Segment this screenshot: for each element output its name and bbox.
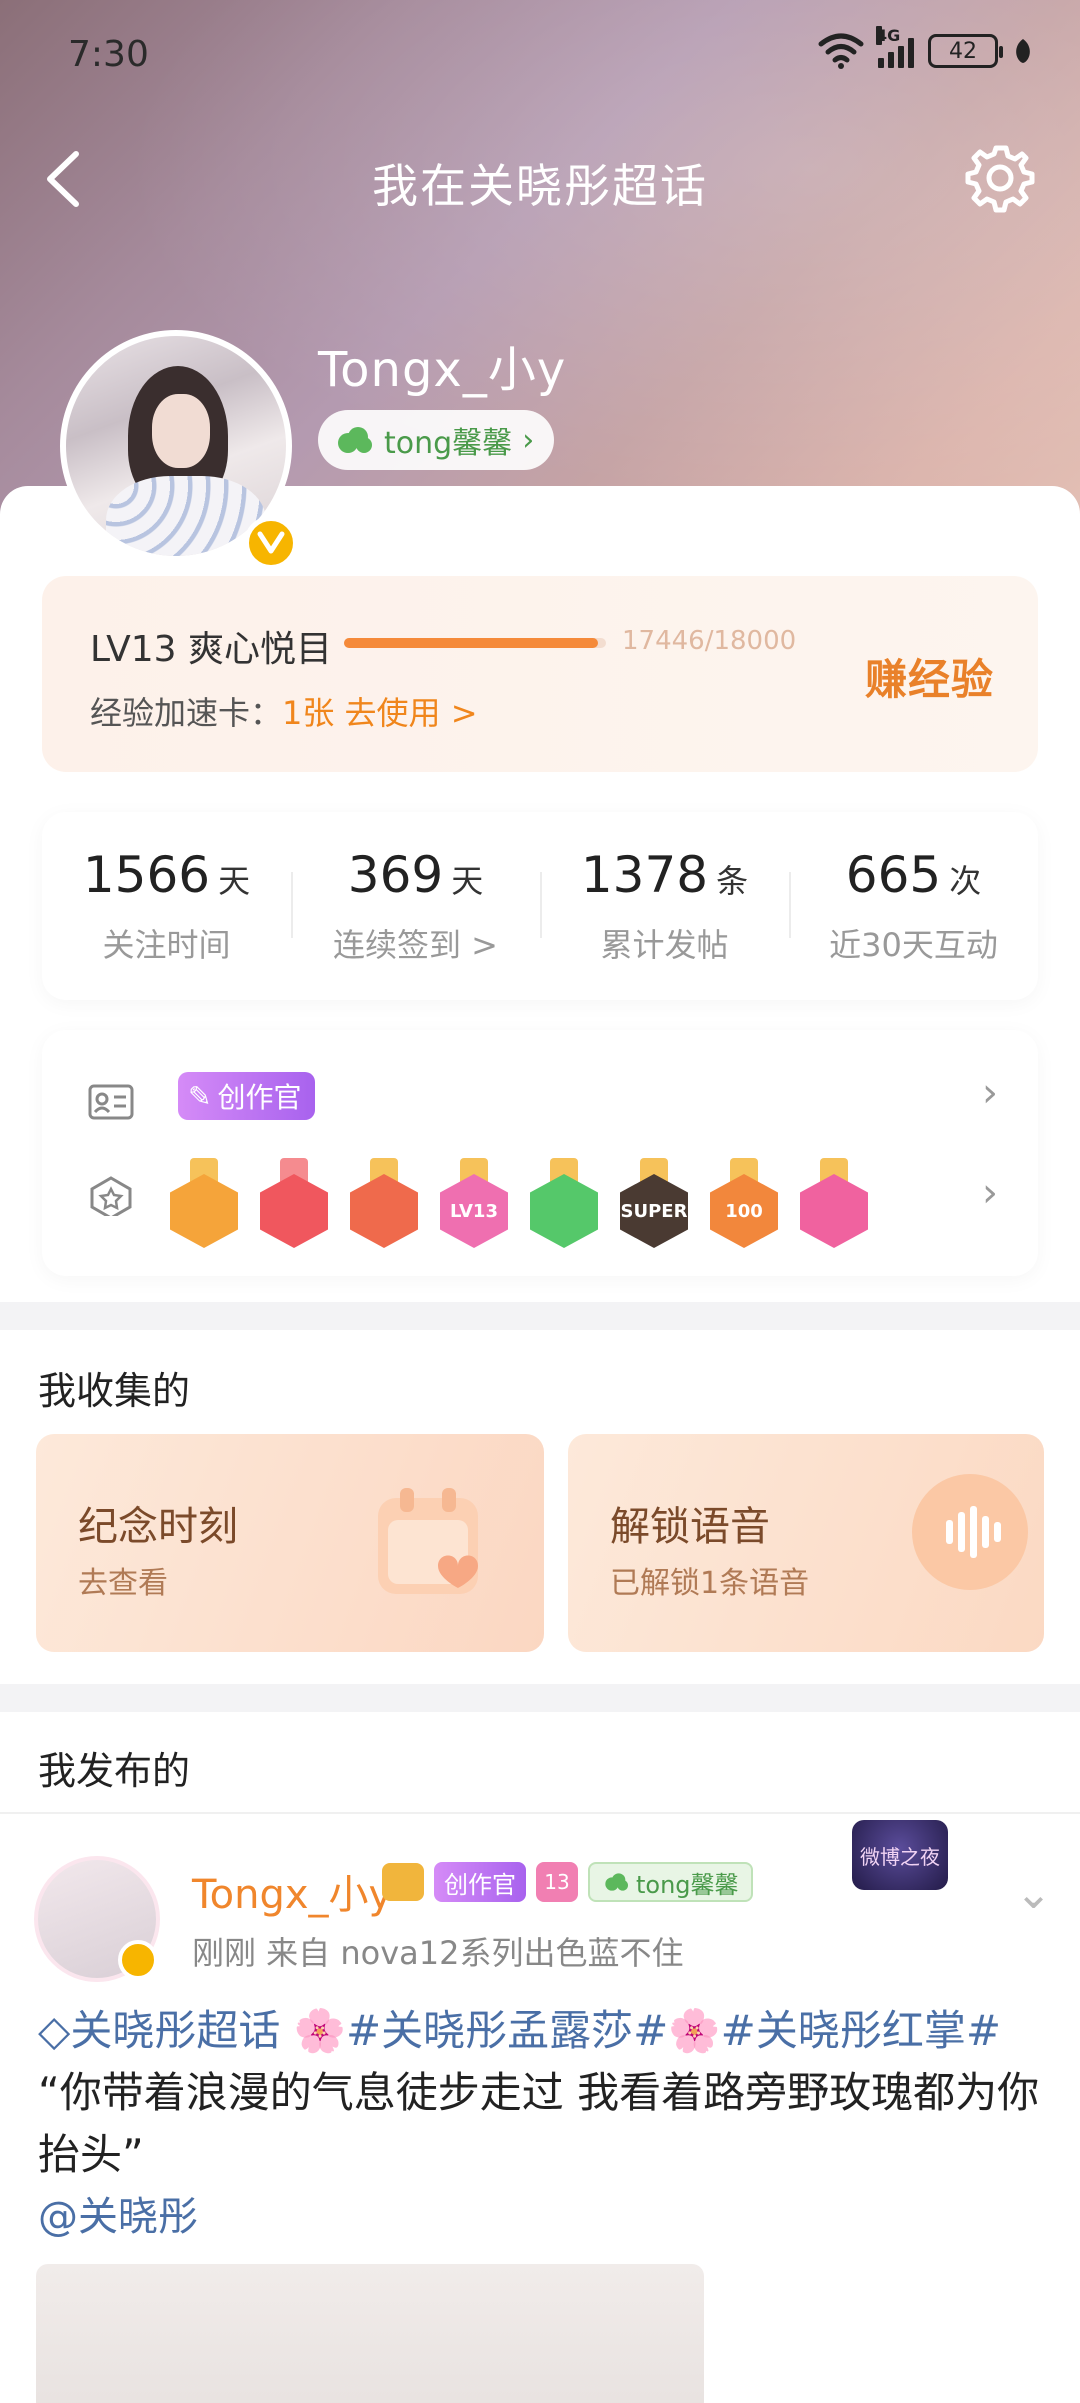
status-time: 7:30 — [68, 34, 149, 75]
post-content: ◇关晓彤超话 🌸#关晓彤孟露莎#🌸#关晓彤红掌# “你带着浪漫的气息徒步走过 我… — [38, 2000, 1048, 2186]
id-card-icon — [88, 1084, 134, 1120]
wifi-icon — [818, 33, 864, 69]
page-title: 我在关晓彤超话 — [372, 159, 708, 213]
badges-card: ✎ 创作官 › LV13 SUPER 100 › — [42, 1030, 1038, 1276]
memorial-moments-card[interactable]: 纪念时刻 去查看 — [36, 1434, 544, 1652]
chevron-right-icon[interactable]: › — [982, 1070, 998, 1116]
battery-icon: 42 — [928, 34, 1003, 68]
cellular-signal-icon: 4G — [876, 26, 914, 68]
voice-icon — [912, 1474, 1028, 1590]
creator-badge[interactable]: 创作官 — [434, 1862, 526, 1902]
use-exp-card-link[interactable]: 1张 去使用 > — [282, 694, 478, 732]
medal-icon — [90, 1176, 132, 1216]
calendar-heart-icon — [378, 1488, 478, 1594]
chevron-down-icon[interactable]: ⌄ — [1015, 1868, 1052, 1919]
unlock-voice-title: 解锁语音 — [610, 1504, 770, 1550]
battery-level: 42 — [949, 38, 977, 64]
verified-badge-icon — [244, 516, 298, 570]
post-author-avatar[interactable] — [34, 1856, 160, 1982]
medal-super[interactable]: SUPER — [620, 1158, 688, 1252]
flower-icon: 🌸 — [293, 2006, 346, 2055]
exp-speed-card: 经验加速卡：1张 去使用 > — [90, 694, 478, 732]
creator-badge[interactable]: ✎ 创作官 — [178, 1072, 316, 1120]
flower-icon: 🌸 — [668, 2006, 721, 2055]
post-image[interactable] — [36, 2264, 704, 2403]
level-badge: 13 — [536, 1862, 578, 1902]
post-body: “你带着浪漫的气息徒步走过 我看着路旁野玫瑰都为你抬头” — [38, 2068, 1040, 2179]
unlock-voice-card[interactable]: 解锁语音 已解锁1条语音 — [568, 1434, 1044, 1652]
medal-crown[interactable] — [170, 1158, 238, 1252]
post-author-badges: 创作官 13 tong馨馨 — [382, 1862, 753, 1902]
username: Tongx_小y — [318, 342, 567, 398]
hashtag-link[interactable]: #关晓彤红掌# — [721, 2006, 1001, 2055]
post-author-name[interactable]: Tongx_小y — [192, 1862, 392, 1920]
post-divider — [0, 1812, 1080, 1814]
network-type: 4G — [876, 26, 901, 45]
stat-follow-days: 1566 天 关注时间 — [82, 846, 251, 964]
level-progress-text: 17446/18000 — [622, 626, 797, 656]
level-card[interactable]: LV13 爽心悦目 17446/18000 经验加速卡：1张 去使用 > 赚经验 — [42, 576, 1038, 772]
earn-exp-button[interactable]: 赚经验 — [865, 646, 994, 707]
section-divider — [0, 1302, 1080, 1330]
level-label: LV13 爽心悦目 — [90, 629, 332, 670]
chevron-right-icon: › — [522, 422, 535, 458]
creator-badge-label: 创作官 — [217, 1081, 302, 1114]
medal-days100[interactable]: 100 — [710, 1158, 778, 1252]
medal-lv13[interactable]: LV13 — [440, 1158, 508, 1252]
crown-badge-icon — [382, 1863, 424, 1901]
mention-link[interactable]: @关晓彤 — [38, 2184, 198, 2242]
unlock-voice-sub: 已解锁1条语音 — [610, 1566, 810, 1601]
stat-total-posts: 1378 条 累计发帖 — [540, 812, 789, 1000]
creator-icon: ✎ — [188, 1079, 212, 1113]
stats-card: 1566 天 关注时间 369 天 连续签到 > 1378 条 累计发帖 665 次 近… — [42, 812, 1038, 1000]
posts-section-title: 我发布的 — [38, 1749, 191, 1793]
leaf-icon — [1016, 39, 1030, 63]
section-divider — [0, 1684, 1080, 1712]
stat-checkin-streak[interactable]: 369 天 连续签到 > — [291, 812, 540, 1000]
medal-hand[interactable] — [530, 1158, 598, 1252]
collect-section-title: 我收集的 — [38, 1369, 191, 1413]
stat-interactions: 665 次 近30天互动 — [789, 812, 1038, 1000]
memorial-sub: 去查看 — [78, 1566, 168, 1601]
status-icons: 4G 42 — [818, 26, 1034, 70]
user-avatar[interactable] — [60, 330, 298, 570]
weibo-night-badge: 微博之夜 — [852, 1820, 948, 1890]
gear-icon[interactable] — [962, 140, 1038, 216]
hashtag-link[interactable]: #关晓彤孟露莎# — [346, 2006, 668, 2055]
verified-badge-icon — [118, 1940, 158, 1980]
fan-group-label: tong馨馨 — [384, 426, 513, 461]
fan-group-tag[interactable]: tong馨馨 › — [318, 410, 555, 470]
fan-group-badge[interactable]: tong馨馨 — [588, 1862, 753, 1902]
super-topic-link[interactable]: ◇关晓彤超话 — [38, 2006, 280, 2055]
medal-graduate[interactable] — [800, 1158, 868, 1252]
level-progress-bar — [344, 638, 606, 648]
post-meta: 刚刚 来自 nova12系列出色蓝不住 — [192, 1934, 684, 1972]
medal-list[interactable]: LV13 SUPER 100 — [170, 1158, 950, 1258]
medal-trophy[interactable] — [260, 1158, 328, 1252]
memorial-title: 纪念时刻 — [78, 1504, 238, 1550]
cloud-icon — [338, 427, 372, 453]
cloud-icon — [605, 1873, 628, 1891]
status-bar: 7:30 4G 42 — [0, 0, 1080, 110]
top-nav: 我在关晓彤超话 — [0, 140, 1080, 220]
chevron-right-icon[interactable]: › — [982, 1170, 998, 1216]
medal-mascot[interactable] — [350, 1158, 418, 1252]
